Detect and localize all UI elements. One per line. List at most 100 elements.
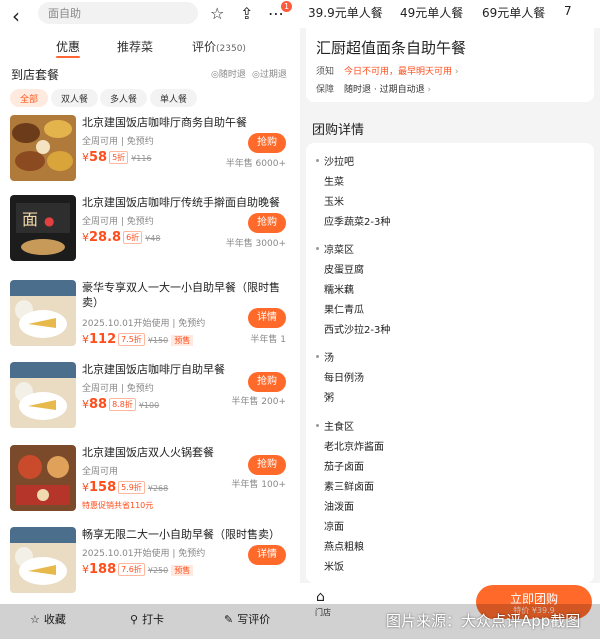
buy-button[interactable]: 抢购: [248, 213, 286, 233]
bullet-icon: [316, 159, 319, 162]
menu-item: 粥: [324, 393, 334, 404]
deal-item[interactable]: 畅享无限二大一小自助早餐（限时售卖） 2025.10.01开始使用 | 免预约 …: [0, 527, 300, 607]
bullet-icon: [316, 424, 319, 427]
deal-title: 畅享无限二大一小自助早餐（限时售卖）: [82, 528, 280, 541]
deal-currency: ¥: [82, 398, 89, 411]
sold-count: 半年售 3000+: [225, 239, 286, 249]
menu-item: 皮蛋豆腐: [324, 265, 364, 276]
package-tab[interactable]: 7: [564, 4, 572, 18]
menu-item: 玉米: [324, 197, 344, 208]
sold-count: 半年售 200+: [231, 397, 286, 407]
store-icon[interactable]: ⌂: [316, 589, 325, 605]
deal-price-value: 58: [89, 150, 108, 165]
menu-item: 糯米藕: [324, 285, 354, 296]
tab-reviews-label: 评价: [192, 40, 217, 54]
refund-expired-tag: ◎过期退: [252, 70, 287, 80]
top-bar: ‹ 面自助 ☆ ⇪ ⋯ 1: [0, 0, 300, 28]
deal-thumbnail: [10, 445, 76, 511]
menu-item: 果仁青瓜: [324, 305, 364, 316]
chevron-right-icon: ›: [424, 85, 432, 95]
deal-item[interactable]: 面 ● 北京建国饭店咖啡厅传统手擀面自助晚餐 全周可用 | 免预约 ¥28.8 6折…: [0, 195, 300, 275]
bullet-icon: [316, 247, 319, 250]
chip-all[interactable]: 全部: [10, 89, 49, 107]
deal-currency: ¥: [82, 151, 89, 164]
deal-usage: 2025.10.01开始使用 | 免预约: [82, 549, 206, 559]
deal-item[interactable]: 北京建国饭店双人火锅套餐 全周可用 ¥158 5.9折 ¥268 特惠促销共省110…: [0, 445, 300, 525]
chevron-right-icon: ›: [452, 67, 459, 77]
original-price: ¥250: [147, 566, 169, 575]
details-button[interactable]: 详情: [248, 545, 286, 565]
package-summary-card: 汇厨超值面条自助午餐 须知 今日不可用，最早明天可用 › 保障 随时退 · 过期自动…: [306, 28, 594, 102]
details-button[interactable]: 详情: [248, 308, 286, 328]
guarantee-value: 随时退 · 过期自动退: [344, 85, 425, 95]
active-tab-indicator: [56, 56, 80, 58]
tab-offers[interactable]: 优惠: [56, 38, 80, 55]
star-icon[interactable]: ☆: [210, 4, 224, 23]
package-detail-card: 沙拉吧 生菜 玉米 应季蔬菜2-3种 凉菜区 皮蛋豆腐 糯米藕 果仁青瓜 西式沙…: [306, 143, 594, 583]
deal-price: ¥28.8 6折 ¥48: [82, 230, 160, 245]
buy-button[interactable]: 抢购: [248, 455, 286, 475]
notice-label: 须知: [316, 67, 335, 77]
package-tab[interactable]: 69元单人餐: [482, 4, 545, 21]
original-price: ¥100: [138, 401, 160, 410]
search-input[interactable]: 面自助: [38, 2, 198, 24]
menu-item: 油泼面: [324, 502, 354, 513]
deal-price-value: 112: [89, 332, 117, 347]
chip-single[interactable]: 单人餐: [150, 89, 198, 107]
refund-anytime-tag: ◎随时退: [211, 70, 246, 80]
notification-badge: 1: [281, 1, 292, 12]
deal-price: ¥158 5.9折 ¥268: [82, 480, 168, 495]
package-tabs: 39.9元单人餐 49元单人餐 69元单人餐 7: [300, 0, 600, 28]
package-title: 汇厨超值面条自助午餐: [316, 39, 467, 57]
package-tab[interactable]: 49元单人餐: [400, 4, 463, 21]
deal-title: 豪华专享双人一大一小自助早餐（限时售卖）: [82, 281, 280, 309]
menu-item: 素三鲜卤面: [324, 482, 374, 493]
right-screen: 39.9元单人餐 49元单人餐 69元单人餐 7 汇厨超值面条自助午餐 须知 今日…: [300, 0, 600, 639]
discount-badge: 6折: [123, 231, 143, 244]
deal-usage: 全周可用 | 免预约: [82, 384, 154, 394]
menu-item: 凉面: [324, 522, 344, 533]
discount-badge: 5折: [109, 151, 129, 164]
sold-count: 半年售 1: [250, 335, 286, 345]
deal-price: ¥88 8.8折 ¥100: [82, 397, 159, 412]
share-icon[interactable]: ⇪: [240, 4, 253, 23]
group-name: 凉菜区: [324, 245, 354, 256]
menu-item: 西式沙拉2-3种: [324, 325, 391, 336]
sold-count: 半年售 6000+: [225, 159, 286, 169]
buy-button[interactable]: 抢购: [248, 372, 286, 392]
deal-price: ¥112 7.5折 ¥150 预售: [82, 332, 194, 347]
deal-currency: ¥: [82, 563, 89, 576]
deal-item[interactable]: 北京建国饭店咖啡厅商务自助午餐 全周可用 | 免预约 ¥58 5折 ¥116 抢购 …: [0, 115, 300, 195]
menu-item: 生菜: [324, 177, 344, 188]
chip-group[interactable]: 多人餐: [100, 89, 148, 107]
tab-recommended[interactable]: 推荐菜: [117, 38, 153, 55]
detail-heading: 团购详情: [312, 123, 365, 138]
guarantee-row[interactable]: 保障 随时退 · 过期自动退 ›: [316, 82, 431, 95]
package-tab[interactable]: 39.9元单人餐: [308, 4, 383, 21]
bullet-icon: [316, 355, 319, 358]
original-price: ¥48: [145, 234, 161, 243]
buy-button[interactable]: 抢购: [248, 133, 286, 153]
deal-item[interactable]: 豪华专享双人一大一小自助早餐（限时售卖） 2025.10.01开始使用 | 免预…: [0, 280, 300, 360]
chip-double[interactable]: 双人餐: [51, 89, 99, 107]
sold-count: 半年售 100+: [231, 480, 286, 490]
group-name: 汤: [324, 353, 334, 364]
original-price: ¥268: [147, 484, 169, 493]
notice-row[interactable]: 须知 今日不可用，最早明天可用 ›: [316, 64, 459, 77]
back-arrow-icon[interactable]: ‹: [12, 4, 20, 28]
deal-usage: 全周可用 | 免预约: [82, 217, 154, 227]
deal-item[interactable]: 北京建国饭店咖啡厅自助早餐 全周可用 | 免预约 ¥88 8.8折 ¥100 抢购 …: [0, 362, 300, 442]
deal-usage: 全周可用: [82, 467, 119, 477]
deal-thumbnail: 面 ●: [10, 195, 76, 261]
deal-thumbnail: [10, 362, 76, 428]
deal-price-value: 158: [89, 480, 117, 495]
tab-reviews[interactable]: 评价(2350): [192, 38, 246, 55]
promo-text: 特惠促销共省110元: [82, 501, 154, 510]
group-name: 沙拉吧: [324, 157, 354, 168]
deal-price-value: 88: [89, 397, 108, 412]
deal-price: ¥58 5折 ¥116: [82, 150, 152, 165]
deal-thumbnail: [10, 527, 76, 593]
group-name: 主食区: [324, 422, 354, 433]
discount-badge: 5.9折: [118, 481, 145, 494]
svg-text:面: 面: [22, 210, 38, 229]
